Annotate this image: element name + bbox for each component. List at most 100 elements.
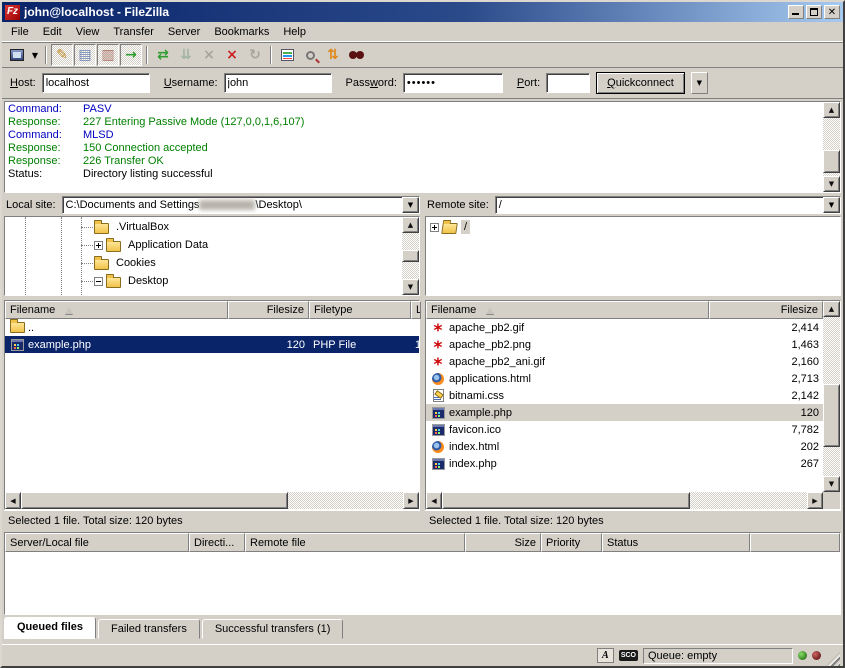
- toolbar: ▼✎▤▥→⇄⇊××↻⇅: [2, 42, 843, 68]
- tree-item-desktop[interactable]: Desktop: [5, 272, 402, 290]
- menu-view[interactable]: View: [69, 24, 107, 40]
- file-icon-css: [430, 389, 446, 403]
- file-search-icon[interactable]: [345, 44, 367, 66]
- scroll-up-icon[interactable]: ▲: [823, 301, 840, 317]
- cancel-operation-icon[interactable]: ×: [198, 44, 220, 66]
- toggle-transfer-queue-icon[interactable]: →: [120, 44, 142, 66]
- toggle-remote-pane-icon[interactable]: ▥: [97, 44, 119, 66]
- file-row[interactable]: index.html202: [426, 438, 823, 455]
- datatype-indicator-icon[interactable]: A: [597, 648, 614, 663]
- menu-file[interactable]: File: [4, 24, 36, 40]
- local-site-combo[interactable]: C:\Documents and Settings\Desktop\ ▼: [62, 196, 420, 214]
- file-row[interactable]: *apache_pb2.gif2,414: [426, 319, 823, 336]
- scroll-right-icon[interactable]: ▶: [807, 492, 823, 509]
- scroll-thumb[interactable]: [823, 150, 840, 172]
- tree-item-application-data[interactable]: Application Data: [5, 236, 402, 254]
- tree-item--virtualbox[interactable]: .VirtualBox: [5, 218, 402, 236]
- resize-grip[interactable]: [826, 652, 840, 666]
- scroll-down-icon[interactable]: ▼: [823, 176, 840, 192]
- speed-limits-icon[interactable]: SCO: [619, 650, 638, 661]
- menu-server[interactable]: Server: [161, 24, 207, 40]
- column-header-filename[interactable]: Filename: [426, 301, 709, 319]
- disconnect-icon[interactable]: ×: [221, 44, 243, 66]
- tree-item-root[interactable]: /: [426, 218, 840, 236]
- file-row[interactable]: *apache_pb2_ani.gif2,160: [426, 353, 823, 370]
- scroll-thumb[interactable]: [823, 384, 840, 448]
- scroll-thumb[interactable]: [21, 492, 288, 509]
- directory-listing-filters-icon[interactable]: [276, 44, 298, 66]
- file-row[interactable]: bitnami.css2,142: [426, 387, 823, 404]
- tab-successful-transfers[interactable]: Successful transfers (1): [202, 619, 344, 639]
- username-input[interactable]: [224, 73, 332, 93]
- expand-icon[interactable]: [94, 241, 103, 250]
- toggle-message-log-icon[interactable]: ✎: [51, 44, 73, 66]
- synchronized-browsing-icon[interactable]: ⇅: [322, 44, 344, 66]
- column-header-filesize[interactable]: Filesize: [709, 301, 823, 319]
- remote-site-combo[interactable]: / ▼: [495, 196, 841, 214]
- toggle-local-pane-icon[interactable]: ▤: [74, 44, 96, 66]
- file-row[interactable]: example.php120: [426, 404, 823, 421]
- cell-filename: ..: [5, 319, 228, 336]
- column-header-filename[interactable]: Filename: [5, 301, 228, 319]
- tab-queued-files[interactable]: Queued files: [4, 617, 96, 639]
- file-row[interactable]: *apache_pb2.png1,463: [426, 336, 823, 353]
- cell-filename: *apache_pb2.gif: [426, 319, 709, 336]
- quickconnect-button[interactable]: Quickconnect: [596, 72, 685, 94]
- minimize-button[interactable]: [788, 5, 804, 19]
- remote-list-hscrollbar[interactable]: ◀ ▶: [426, 492, 823, 509]
- tab-failed-transfers[interactable]: Failed transfers: [98, 619, 200, 639]
- column-header-filesize[interactable]: Filesize: [228, 301, 309, 319]
- column-header-server-local-file[interactable]: Server/Local file: [5, 533, 189, 552]
- site-manager-icon[interactable]: [6, 44, 28, 66]
- cell-filename: *apache_pb2.png: [426, 336, 709, 353]
- column-header-status[interactable]: Status: [602, 533, 750, 552]
- queue-tabs: Queued files Failed transfers Successful…: [2, 615, 843, 639]
- directory-comparison-icon[interactable]: [299, 44, 321, 66]
- scroll-down-icon[interactable]: ▼: [402, 279, 419, 295]
- expand-icon[interactable]: [430, 223, 439, 232]
- reconnect-icon[interactable]: ↻: [244, 44, 266, 66]
- process-queue-icon[interactable]: ⇊: [175, 44, 197, 66]
- menu-bookmarks[interactable]: Bookmarks: [207, 24, 276, 40]
- file-row[interactable]: example.php120PHP File1: [5, 336, 419, 353]
- remote-site-dropdown[interactable]: ▼: [823, 197, 840, 213]
- file-row[interactable]: applications.html2,713: [426, 370, 823, 387]
- refresh-icon[interactable]: ⇄: [152, 44, 174, 66]
- scroll-thumb[interactable]: [402, 250, 419, 263]
- menu-help[interactable]: Help: [276, 24, 313, 40]
- local-list-hscrollbar[interactable]: ◀ ▶: [5, 492, 419, 509]
- host-input[interactable]: [42, 73, 150, 93]
- file-row[interactable]: ..: [5, 319, 419, 336]
- site-manager-dropdown-icon[interactable]: ▼: [29, 44, 41, 66]
- quickconnect-dropdown[interactable]: ▼: [691, 72, 708, 94]
- message-log-scrollbar[interactable]: ▲ ▼: [823, 102, 840, 192]
- menu-transfer[interactable]: Transfer: [106, 24, 161, 40]
- local-tree-scrollbar[interactable]: ▲ ▼: [402, 217, 419, 295]
- port-input[interactable]: [546, 73, 590, 93]
- column-header-size[interactable]: Size: [465, 533, 541, 552]
- scroll-up-icon[interactable]: ▲: [823, 102, 840, 118]
- menu-edit[interactable]: Edit: [36, 24, 69, 40]
- scroll-left-icon[interactable]: ◀: [5, 492, 21, 509]
- password-input[interactable]: [403, 73, 503, 93]
- scroll-left-icon[interactable]: ◀: [426, 492, 442, 509]
- column-header-priority[interactable]: Priority: [541, 533, 602, 552]
- maximize-button[interactable]: [806, 5, 822, 19]
- local-site-dropdown[interactable]: ▼: [402, 197, 419, 213]
- column-header-lastmodified[interactable]: L: [411, 301, 421, 319]
- column-header-filetype[interactable]: Filetype: [309, 301, 411, 319]
- tree-item-cookies[interactable]: Cookies: [5, 254, 402, 272]
- folder-icon: [106, 241, 121, 252]
- scroll-thumb[interactable]: [442, 492, 690, 509]
- remote-list-rows: *apache_pb2.gif2,414*apache_pb2.png1,463…: [426, 319, 823, 492]
- scroll-down-icon[interactable]: ▼: [823, 476, 840, 492]
- collapse-icon[interactable]: [94, 277, 103, 286]
- close-button[interactable]: ✕: [824, 5, 840, 19]
- column-header-direction[interactable]: Directi...: [189, 533, 245, 552]
- remote-list-scrollbar[interactable]: ▲ ▼: [823, 301, 840, 492]
- scroll-up-icon[interactable]: ▲: [402, 217, 419, 233]
- column-header-remote-file[interactable]: Remote file: [245, 533, 465, 552]
- scroll-right-icon[interactable]: ▶: [403, 492, 419, 509]
- file-row[interactable]: index.php267: [426, 455, 823, 472]
- file-row[interactable]: favicon.ico7,782: [426, 421, 823, 438]
